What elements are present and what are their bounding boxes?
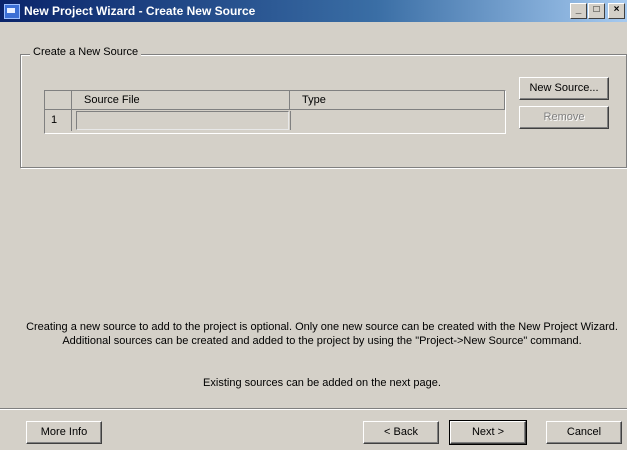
type-cell[interactable] bbox=[290, 111, 503, 130]
remove-button[interactable]: Remove bbox=[519, 106, 609, 129]
window-controls: _ □ × bbox=[569, 3, 625, 19]
table-header: Source File Type bbox=[45, 91, 505, 110]
existing-sources-note: Existing sources can be added on the nex… bbox=[203, 377, 441, 389]
next-button[interactable]: Next > bbox=[449, 420, 527, 445]
group-legend: Create a New Source bbox=[30, 46, 142, 58]
title-bar[interactable]: New Project Wizard - Create New Source _… bbox=[0, 0, 627, 22]
footer-divider bbox=[0, 408, 627, 410]
header-corner bbox=[45, 91, 72, 110]
back-button[interactable]: < Back bbox=[363, 421, 439, 444]
new-source-button[interactable]: New Source... bbox=[519, 77, 609, 100]
maximize-button[interactable]: □ bbox=[588, 3, 605, 19]
column-header-type[interactable]: Type bbox=[290, 91, 505, 110]
column-header-source-file[interactable]: Source File bbox=[72, 91, 290, 110]
cancel-button[interactable]: Cancel bbox=[546, 421, 622, 444]
minimize-button[interactable]: _ bbox=[570, 3, 587, 19]
more-info-button[interactable]: More Info bbox=[26, 421, 102, 444]
close-button[interactable]: × bbox=[608, 3, 625, 19]
source-table: Source File Type 1 bbox=[44, 90, 506, 134]
window-title: New Project Wizard - Create New Source bbox=[24, 4, 256, 18]
app-icon bbox=[4, 4, 20, 19]
row-number: 1 bbox=[45, 110, 72, 131]
table-row: 1 bbox=[45, 110, 505, 131]
info-message: Creating a new source to add to the proj… bbox=[26, 321, 618, 347]
source-file-cell[interactable] bbox=[76, 111, 289, 130]
new-project-wizard-window: New Project Wizard - Create New Source _… bbox=[0, 0, 627, 450]
